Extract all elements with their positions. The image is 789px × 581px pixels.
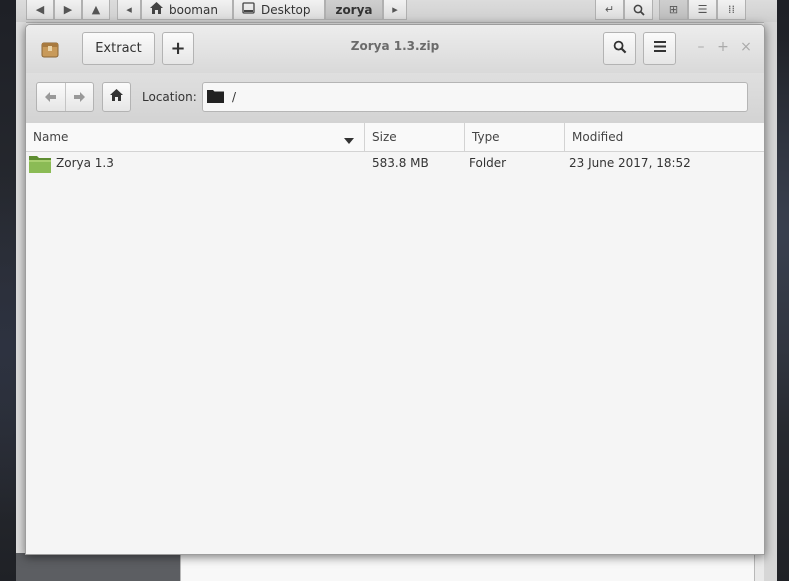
breadcrumb-label: zorya <box>335 2 373 17</box>
background-content-bottom <box>180 553 755 581</box>
sort-down-icon <box>344 133 354 147</box>
close-icon[interactable]: × <box>739 39 753 55</box>
breadcrumb-label: booman <box>169 2 218 17</box>
column-size[interactable]: Size <box>365 123 465 151</box>
menu-button[interactable] <box>643 32 676 65</box>
breadcrumb-right-icon[interactable]: ▸ <box>383 0 407 20</box>
column-header: Name Size Type Modified <box>26 123 764 152</box>
search-icon[interactable] <box>624 0 653 20</box>
extract-button[interactable]: Extract <box>82 32 155 65</box>
back-arrow-icon[interactable]: ◀ <box>26 0 54 20</box>
column-label: Size <box>372 130 397 144</box>
background-toolbar: ◀ ▶ ▲ ◂ booman Desktop zorya ▸ ↵ ⊞ ☰ ⁞⁞ <box>16 0 777 23</box>
window-title: Zorya 1.3.zip <box>350 39 440 53</box>
location-bar: Location: / <box>26 73 764 124</box>
add-files-button[interactable]: + <box>162 32 194 65</box>
breadcrumb-label: Desktop <box>261 2 311 17</box>
breadcrumb-booman[interactable]: booman <box>141 0 233 20</box>
forward-arrow-icon[interactable] <box>64 83 94 111</box>
column-modified[interactable]: Modified <box>565 123 764 151</box>
extract-label: Extract <box>95 41 142 56</box>
return-icon[interactable]: ↵ <box>595 0 624 20</box>
forward-arrow-icon[interactable]: ▶ <box>54 0 82 20</box>
folder-icon <box>207 89 224 106</box>
home-button[interactable] <box>102 82 131 112</box>
maximize-icon[interactable]: + <box>716 39 730 55</box>
file-list: Zorya 1.3 583.8 MB Folder 23 June 2017, … <box>26 152 764 554</box>
search-button[interactable] <box>603 32 636 65</box>
home-icon <box>110 89 123 105</box>
up-arrow-icon[interactable]: ▲ <box>82 0 110 20</box>
grid-view-icon[interactable]: ⊞ <box>659 0 688 20</box>
hamburger-menu-icon <box>653 41 666 56</box>
archive-app-icon <box>35 33 65 64</box>
folder-icon <box>28 154 52 177</box>
location-field[interactable]: / <box>202 82 748 112</box>
background-sidebar-bottom <box>16 553 181 581</box>
file-name: Zorya 1.3 <box>56 156 114 170</box>
background-right-edge <box>764 22 777 581</box>
file-size: 583.8 MB <box>372 156 429 170</box>
column-label: Name <box>33 130 69 144</box>
breadcrumb-left-icon[interactable]: ◂ <box>117 0 141 20</box>
file-modified: 23 June 2017, 18:52 <box>569 156 691 170</box>
location-value: / <box>232 90 237 104</box>
column-label: Modified <box>572 130 624 144</box>
back-arrow-icon[interactable] <box>37 83 65 111</box>
header-bar: Extract + Zorya 1.3.zip – + × <box>26 25 764 73</box>
file-type: Folder <box>469 156 507 170</box>
archive-manager-window: Extract + Zorya 1.3.zip – + × Location: … <box>25 24 765 555</box>
column-label: Type <box>472 130 500 144</box>
list-view-icon[interactable]: ☰ <box>688 0 717 20</box>
drive-icon <box>242 2 255 17</box>
navigation-buttons <box>36 82 94 112</box>
breadcrumb-desktop[interactable]: Desktop <box>233 0 325 20</box>
compact-view-icon[interactable]: ⁞⁞ <box>717 0 746 20</box>
breadcrumb-zorya[interactable]: zorya <box>325 0 383 20</box>
plus-icon: + <box>170 38 186 59</box>
location-label: Location: <box>142 90 197 104</box>
minimize-icon[interactable]: – <box>694 39 708 55</box>
home-icon <box>150 2 163 17</box>
column-name[interactable]: Name <box>26 123 365 151</box>
search-icon <box>613 40 627 58</box>
list-item[interactable]: Zorya 1.3 583.8 MB Folder 23 June 2017, … <box>26 152 764 176</box>
column-type[interactable]: Type <box>465 123 565 151</box>
